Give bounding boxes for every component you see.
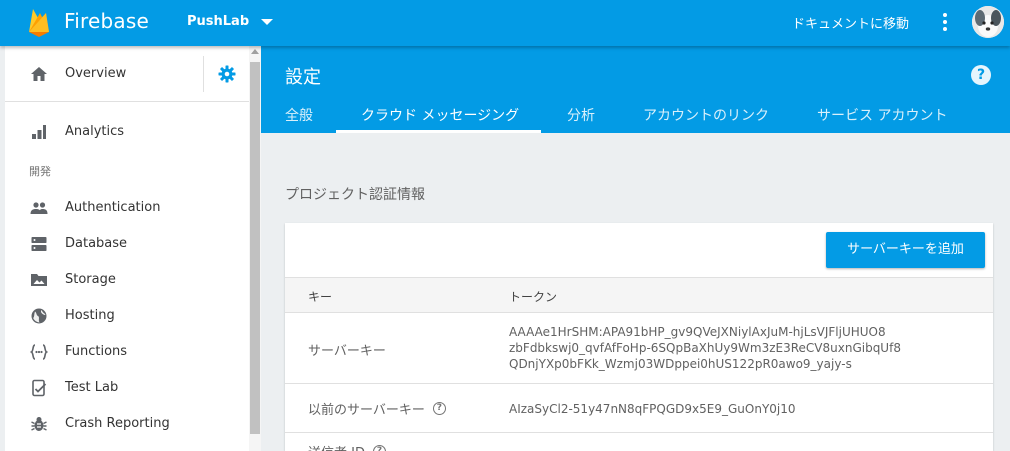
- sidebar-item-label: Test Lab: [65, 380, 119, 395]
- firebase-logo-icon: [29, 9, 49, 37]
- add-server-key-button[interactable]: サーバーキーを追加: [826, 232, 985, 268]
- sidebar: Overview Analytics 開発 Authentication Dat…: [5, 46, 249, 451]
- column-header-token: トークン: [509, 290, 558, 304]
- project-selector[interactable]: PushLab: [187, 14, 274, 29]
- token-line: AAAAe1HrSHM:APA91bHP_gv9QVeJXNiylAxJuM-h…: [509, 325, 886, 339]
- sidebar-item-label: Functions: [65, 344, 128, 359]
- photo-folder-icon: [31, 274, 47, 286]
- legacy-server-key-token[interactable]: AIzaSyCl2-51y47nN8qFPQGD9x5E9_GuOnY0j10: [509, 401, 796, 417]
- sidebar-item-authentication[interactable]: Authentication: [5, 190, 249, 226]
- docs-link[interactable]: ドキュメントに移動: [792, 13, 909, 32]
- column-header-key: キー: [308, 290, 333, 304]
- settings-header: 設定 ? 全般 クラウド メッセージング 分析 アカウントのリンク サービス ア…: [261, 46, 1010, 133]
- sidebar-item-label: Hosting: [65, 308, 115, 323]
- sidebar-item-label: Storage: [65, 272, 116, 287]
- legacy-server-key-label: 以前のサーバーキー: [308, 403, 425, 418]
- help-circle-icon[interactable]: ?: [432, 402, 446, 415]
- sidebar-item-hosting[interactable]: Hosting: [5, 298, 249, 334]
- people-icon: [30, 202, 48, 214]
- active-tab-indicator: [336, 130, 541, 133]
- project-name: PushLab: [187, 14, 250, 29]
- table-row: サーバーキー AAAAe1HrSHM:APA91bHP_gv9QVeJXNiyl…: [285, 313, 993, 384]
- sidebar-item-label: Database: [65, 236, 128, 251]
- sidebar-item-functions[interactable]: Functions: [5, 334, 249, 370]
- sidebar-item-analytics[interactable]: Analytics: [5, 114, 249, 150]
- row-key-label: サーバーキー: [308, 344, 386, 359]
- functions-icon: [30, 344, 48, 360]
- sidebar-item-storage[interactable]: Storage: [5, 262, 249, 298]
- top-app-bar: Firebase PushLab ドキュメントに移動: [0, 0, 1010, 46]
- tab-cloud-messaging[interactable]: クラウド メッセージング: [361, 105, 519, 125]
- help-icon[interactable]: ?: [971, 65, 991, 85]
- user-avatar[interactable]: [972, 6, 1004, 38]
- home-icon: [31, 67, 47, 81]
- bug-icon: [31, 417, 47, 431]
- analytics-icon: [32, 125, 46, 139]
- settings-gear-icon[interactable]: [218, 65, 236, 83]
- tab-account-linking[interactable]: アカウントのリンク: [643, 105, 769, 125]
- row-key-label: 以前のサーバーキー ?: [308, 399, 446, 418]
- dropdown-arrow-icon: [261, 18, 274, 25]
- server-key-token[interactable]: AAAAe1HrSHM:APA91bHP_gv9QVeJXNiylAxJuM-h…: [509, 324, 901, 372]
- sidebar-item-label: Crash Reporting: [65, 416, 170, 431]
- sidebar-item-crash-reporting[interactable]: Crash Reporting: [5, 406, 249, 442]
- tab-service-accounts[interactable]: サービス アカウント: [817, 105, 947, 125]
- scrollbar-thumb[interactable]: [250, 62, 260, 434]
- table-row: 送信者 ID ?: [285, 433, 993, 451]
- table-row: 以前のサーバーキー ? AIzaSyCl2-51y47nN8qFPQGD9x5E…: [285, 384, 993, 433]
- divider: [203, 56, 204, 92]
- sidebar-item-label: Analytics: [65, 124, 125, 139]
- credentials-card: サーバーキーを追加 キー トークン サーバーキー AAAAe1HrSHM:APA…: [285, 223, 993, 451]
- sidebar-item-label: Overview: [65, 66, 127, 81]
- help-circle-icon[interactable]: ?: [372, 445, 386, 451]
- scroll-up-icon[interactable]: [251, 49, 259, 54]
- test-lab-icon: [32, 379, 47, 397]
- token-line: QDnjYXp0bFKk_Wzmj03WDppei0hUS122pR0awo9_…: [509, 357, 852, 371]
- globe-icon: [31, 308, 47, 324]
- table-header: キー トークン: [285, 277, 993, 313]
- section-label-develop: 開発: [29, 165, 51, 178]
- row-key-label: 送信者 ID ?: [308, 442, 386, 451]
- sidebar-item-database[interactable]: Database: [5, 226, 249, 262]
- section-title: プロジェクト認証情報: [285, 187, 425, 203]
- brand-name: Firebase: [64, 9, 149, 33]
- page-title: 設定: [285, 67, 321, 88]
- database-icon: [31, 237, 47, 251]
- sender-id-label: 送信者 ID: [308, 442, 365, 451]
- tab-analytics[interactable]: 分析: [567, 105, 595, 125]
- sidebar-item-test-lab[interactable]: Test Lab: [5, 370, 249, 406]
- sidebar-item-overview[interactable]: Overview: [5, 46, 249, 102]
- tab-general[interactable]: 全般: [285, 105, 313, 125]
- more-vert-icon[interactable]: [942, 13, 948, 31]
- sidebar-scrollbar[interactable]: [249, 46, 261, 451]
- token-line: zbFdbkswj0_qvfAfFoHp-6SQpBaXhUy9Wm3zE3Re…: [509, 341, 901, 355]
- sidebar-item-label: Authentication: [65, 200, 161, 215]
